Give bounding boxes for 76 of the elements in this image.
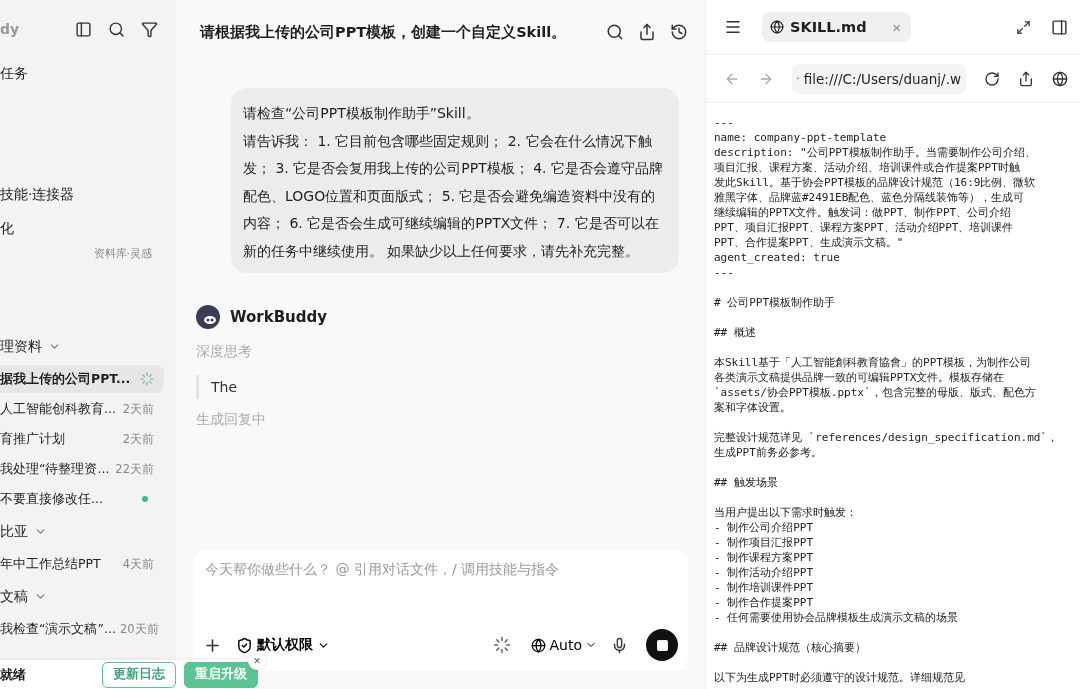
markdown-line: `assets/协会PPT模板.pptx`，包含完整的母版、版式、配色方 [714, 386, 1036, 399]
item-time: 22天前 [115, 461, 154, 477]
task-item[interactable]: 我检查“演示文稿”... 20天前 [0, 615, 164, 643]
markdown-line: 各类演示文稿提供品牌一致的可编辑PPTX文件。模板存储在 [714, 371, 1005, 384]
status-text: 生成回复中 [195, 411, 267, 429]
markdown-line: - 制作培训课件PPT [714, 581, 814, 594]
task-item[interactable]: 育推广计划 2天前 [0, 425, 164, 453]
markdown-line: name: company-ppt-template [714, 131, 887, 144]
markdown-line: 案和字体设置。 [714, 401, 791, 414]
sidebar-toggle-icon[interactable] [75, 20, 92, 38]
markdown-line: description: "公司PPT模板制作助手。当需要制作公司介绍、 [714, 146, 1036, 159]
address-field[interactable]: file:///C:/Users/duanj/.w [792, 63, 966, 94]
assistant-name: WorkBuddy [230, 308, 328, 326]
panel-icon[interactable] [1051, 18, 1068, 36]
shield-icon [236, 636, 253, 654]
markdown-line: 当用户提出以下需求时触发： [714, 506, 857, 519]
markdown-line: - 制作课程方案PPT [714, 551, 814, 564]
task-item[interactable]: 据我上传的公司PPT... [0, 365, 164, 393]
item-time: 20天前 [119, 621, 159, 637]
search-icon[interactable] [108, 20, 125, 38]
chat-title: 请根据我上传的公司PPT模板，创建一个自定义Skill。 [198, 22, 568, 42]
status-text: 就绪 [0, 665, 26, 684]
markdown-line: - 制作项目汇报PPT [714, 536, 814, 549]
task-item[interactable]: 不要直接修改任... [0, 485, 164, 513]
stop-button[interactable] [646, 629, 678, 661]
thinking-text: The [196, 375, 688, 399]
markdown-line: # 公司PPT模板制作助手 [714, 296, 836, 309]
expand-icon[interactable] [1016, 19, 1031, 35]
reload-icon[interactable] [984, 70, 1000, 87]
thinking-label: 深度思考 [195, 343, 253, 361]
filter-icon[interactable] [141, 20, 158, 38]
markdown-line: ## 触发场景 [714, 476, 778, 489]
menu-icon[interactable] [724, 18, 742, 36]
task-item[interactable]: 我处理“待整理资... 22天前 [0, 455, 164, 483]
share-icon[interactable] [1018, 70, 1034, 87]
item-time: 4天前 [122, 556, 154, 572]
markdown-line: --- [714, 266, 734, 279]
markdown-line: - 任何需要使用协会品牌模板生成演示文稿的场景 [714, 611, 959, 624]
markdown-line: 完整设计规范详见 `references/design_specification.md`， [714, 431, 1059, 444]
nav-item[interactable]: 化 [0, 220, 14, 238]
group-title[interactable]: 文稿 [0, 587, 28, 606]
markdown-line: --- [714, 116, 734, 129]
app-name: dy [0, 21, 20, 37]
user-message: 请检查“公司PPT模板制作助手”Skill。 请告诉我： 1. 它目前包含哪些固定规则； 2. 它会在什么情况下触发； 3. 它是否会复用我上传的公司PPT模板； 4. 它是否会遵守品牌配色、LOGO位置和页面版式； 5. 它是否会避免编造资料中没有的内容； 6. 它是否会生成可继续编辑的PPTX文件； 7. 它是否可以在新的任务中继续使用。 如果缺少以上任何要求，请先补充完整。 [231, 88, 679, 273]
avatar-icon [196, 305, 220, 329]
item-time: 2天前 [122, 431, 154, 447]
markdown-line: PPT、合作提案PPT、生成演示文稿。" [714, 236, 904, 249]
model-dropdown[interactable]: Auto [527, 637, 601, 653]
markdown-line: - 制作合作提案PPT [714, 596, 814, 609]
item-time: 2天前 [122, 401, 154, 417]
markdown-line: - 制作公司介绍PPT [714, 521, 814, 534]
markdown-line: 雅黑字体、品牌蓝#2491EB配色、蓝色分隔线装饰等），生成可 [714, 191, 1025, 204]
file-tab[interactable]: SKILL.md × [762, 12, 911, 42]
group-title[interactable]: 比亚 [0, 522, 28, 541]
markdown-line: - 制作活动介绍PPT [714, 566, 814, 579]
markdown-line: 本Skill基于「人工智能創科教育協會」的PPT模板，为制作公司 [714, 356, 1031, 369]
share-icon[interactable] [638, 23, 656, 41]
group-title[interactable]: 理资料 [0, 337, 42, 356]
markdown-line: PPT、项目汇报PPT、课程方案PPT、活动介绍PPT、培训课件 [714, 221, 1014, 234]
microphone-icon[interactable] [611, 636, 628, 654]
permission-dropdown[interactable]: 默认权限 [232, 636, 334, 654]
markdown-line: ## 品牌设计规范（核心摘要） [714, 641, 866, 654]
markdown-line: ## 概述 [714, 326, 756, 339]
stop-icon [655, 638, 669, 652]
markdown-line: 生成PPT前务必参考。 [714, 446, 822, 459]
nav-item[interactable]: 任务 [0, 65, 28, 83]
task-item[interactable]: 人工智能创科教育... 2天前 [0, 395, 164, 423]
markdown-line: 继续编辑的PPTX文件。触发词：做PPT、制作PPT、公司介绍 [714, 206, 1012, 219]
markdown-line: agent_created: true [714, 251, 840, 264]
nav-item[interactable]: 技能·连接器 [0, 186, 75, 204]
search-icon[interactable] [606, 23, 624, 41]
task-item[interactable]: 年中工作总结PPT 4天前 [0, 550, 164, 578]
markdown-line: 项目汇报、课程方案、活动介绍、培训课件或合作提案PPT时触 [714, 161, 1020, 174]
markdown-line: 发此Skill。基于协会PPT模板的品牌设计规范（16:9比例、微软 [714, 176, 1036, 189]
history-icon[interactable] [670, 23, 688, 41]
markdown-line: 以下为生成PPT时必须遵守的设计规范。详细规范见 [714, 671, 965, 684]
